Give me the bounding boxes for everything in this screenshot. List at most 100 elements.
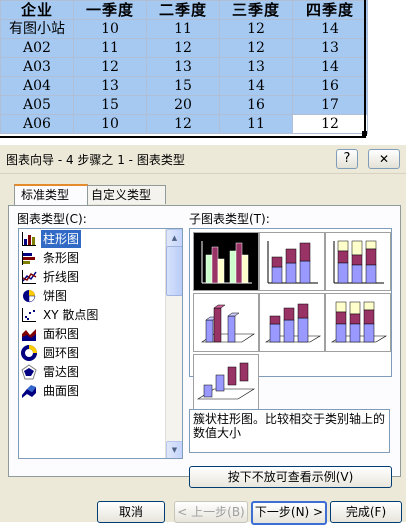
close-button[interactable]: ✕ [368,149,400,169]
subtype-3d-100-stacked-column[interactable] [325,293,391,352]
column-chart-icon [22,232,36,246]
table-row: 有图小站 10 11 12 14 [0,19,368,39]
table-row: A03 12 13 13 14 [0,57,368,77]
table-cell[interactable]: 13 [292,38,368,58]
table-cell[interactable]: 13 [219,57,293,77]
help-button[interactable]: ? [336,149,358,169]
chart-type-item-scatter[interactable]: XY 散点图 [21,306,161,324]
finish-button[interactable]: 完成(F) [330,501,402,523]
table-cell[interactable]: A02 [0,38,74,58]
next-button[interactable]: 下一步(N) > [251,501,327,525]
scatter-chart-icon [22,308,36,322]
table-cell[interactable]: 15 [146,76,220,96]
table-cell[interactable]: 16 [292,76,368,96]
table-cell[interactable]: 11 [219,114,293,134]
tab-standard-types[interactable]: 标准类型 [14,184,88,205]
chart-type-list[interactable]: 柱形图 条形图 折线图 饼图 XY 散点图 面积图 圆环图 雷达图 曲面图 ▲ … [18,228,183,459]
table-cell[interactable]: A03 [0,57,74,77]
3d-stacked-column-icon [264,303,322,343]
bar-chart-icon [22,251,35,265]
active-cell[interactable]: 12 [292,114,368,134]
area-chart-icon [22,329,36,341]
header-cell[interactable]: 一季度 [73,0,147,20]
table-row: A04 13 15 14 16 [0,76,368,96]
doughnut-chart-icon [21,345,37,361]
subtype-stacked-column[interactable] [259,232,325,291]
table-cell[interactable]: 14 [292,19,368,39]
table-row: A05 15 20 16 17 [0,95,368,115]
chart-type-text: 面积图 [43,327,80,341]
cancel-button[interactable]: 取消 [97,501,165,523]
header-cell[interactable]: 二季度 [146,0,220,20]
table-row: A02 11 12 12 13 [0,38,368,58]
subtype-3d-column[interactable] [193,354,259,413]
chart-type-item-surface[interactable]: 曲面图 [21,382,161,400]
3d-column-icon [196,362,256,400]
chart-type-text: 雷达图 [43,365,80,379]
fill-handle[interactable] [362,131,367,136]
header-row: 企业 一季度 二季度 三季度 四季度 [0,0,368,20]
chart-type-text: 柱形图 [41,230,82,248]
chart-type-item-radar[interactable]: 雷达图 [21,363,161,381]
3d-percent-stacked-column-icon [330,301,388,343]
header-cell[interactable]: 四季度 [292,0,368,20]
table-cell[interactable]: 10 [73,114,147,134]
table-cell[interactable]: 有图小站 [0,19,74,39]
chart-type-item-bar[interactable]: 条形图 [21,249,161,267]
subtype-grid [189,228,392,413]
pie-chart-icon [23,290,36,303]
table-cell[interactable]: A04 [0,76,74,96]
clustered-column-icon [201,241,252,284]
table-cell[interactable]: 20 [146,95,220,115]
surface-chart-icon [22,385,36,398]
preview-sample-button[interactable]: 按下不放可查看示例(V) [189,466,392,488]
stacked-column-icon [267,241,318,284]
table-cell[interactable]: A05 [0,95,74,115]
data-table: 企业 一季度 二季度 三季度 四季度 有图小站 10 11 12 14 A02 … [0,0,368,134]
chart-type-text: 条形图 [43,251,80,265]
table-cell[interactable]: 17 [292,95,368,115]
table-cell[interactable]: 12 [73,57,147,77]
radar-chart-icon [21,364,37,380]
table-cell[interactable]: 12 [146,114,220,134]
percent-stacked-column-icon [333,240,384,284]
subtype-clustered-column[interactable] [193,232,259,291]
table-cell[interactable]: 16 [219,95,293,115]
table-cell[interactable]: 14 [219,76,293,96]
dialog-titlebar[interactable]: 图表向导 - 4 步骤之 1 - 图表类型 ? ✕ [0,145,406,174]
back-button[interactable]: < 上一步(B) [174,501,248,523]
table-cell[interactable]: 13 [146,57,220,77]
subtype-description: 簇状柱形图。比较相交于类别轴上的数值大小 [189,409,390,453]
scroll-down-icon[interactable]: ▼ [166,441,182,458]
table-cell[interactable]: 14 [292,57,368,77]
chart-type-text: 圆环图 [43,346,80,360]
subtype-3d-clustered-column[interactable] [193,293,259,352]
header-cell[interactable]: 三季度 [219,0,293,20]
chart-type-text: 曲面图 [43,384,80,398]
table-cell[interactable]: 10 [73,19,147,39]
table-cell[interactable]: 12 [219,19,293,39]
chart-type-label: 图表类型(C): [17,212,87,226]
list-scrollbar[interactable]: ▲ ▼ [165,229,182,458]
table-cell[interactable]: 12 [146,38,220,58]
table-cell[interactable]: A06 [0,114,74,134]
tab-custom-types[interactable]: 自定义类型 [84,185,166,204]
chart-type-item-line[interactable]: 折线图 [21,268,161,286]
subtype-3d-stacked-column[interactable] [259,293,325,352]
chart-type-item-doughnut[interactable]: 圆环图 [21,344,161,362]
table-cell[interactable]: 13 [73,76,147,96]
scroll-up-icon[interactable]: ▲ [166,229,182,247]
chart-type-item-area[interactable]: 面积图 [21,325,161,343]
chart-type-item-column[interactable]: 柱形图 [21,230,161,248]
header-cell[interactable]: 企业 [0,0,74,20]
table-cell[interactable]: 12 [219,38,293,58]
chart-type-item-pie[interactable]: 饼图 [21,287,161,305]
table-row: A06 10 12 11 12 [0,114,368,134]
table-cell[interactable]: 11 [146,19,220,39]
subtype-label: 子图表类型(T): [189,212,270,226]
scroll-thumb[interactable] [166,246,182,296]
dialog-title: 图表向导 - 4 步骤之 1 - 图表类型 [6,153,185,167]
table-cell[interactable]: 15 [73,95,147,115]
subtype-100-stacked-column[interactable] [325,232,391,291]
table-cell[interactable]: 11 [73,38,147,58]
